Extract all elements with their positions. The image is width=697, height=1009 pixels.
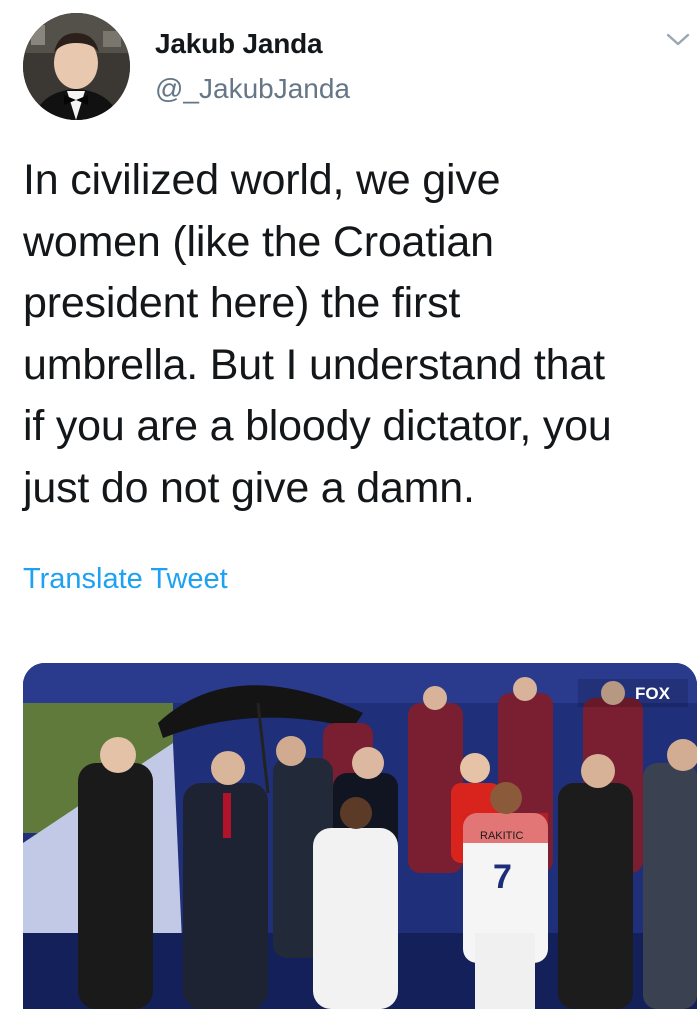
- translate-tweet-link[interactable]: Translate Tweet: [23, 563, 228, 596]
- tweet-card: Jakub Janda @_JakubJanda In civilized wo…: [0, 0, 697, 1009]
- chevron-down-icon[interactable]: [664, 28, 692, 50]
- jersey-number: 7: [493, 858, 512, 896]
- jersey-name: RAKITIC: [480, 830, 523, 842]
- tweet-photo[interactable]: RAKITIC 7 FOX: [23, 663, 697, 1009]
- author-name[interactable]: Jakub Janda: [155, 28, 323, 60]
- fox-logo: FOX: [635, 684, 671, 703]
- tweet-text: In civilized world, we give women (like …: [23, 156, 612, 512]
- author-handle[interactable]: @_JakubJanda: [155, 73, 350, 105]
- avatar[interactable]: [23, 13, 130, 120]
